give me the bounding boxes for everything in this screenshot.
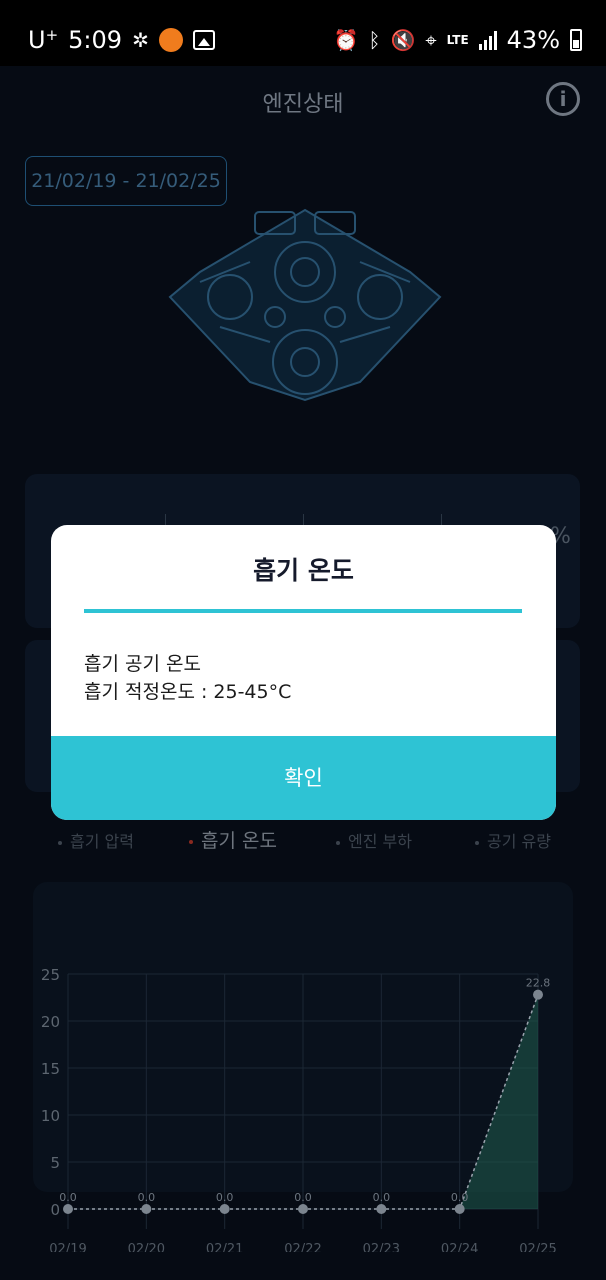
- gallery-icon: [192, 30, 215, 50]
- info-dialog: 흡기 온도 흡기 공기 온도 흡기 적정온도 : 25-45°C 확인: [51, 525, 556, 820]
- battery-percent: 43%: [506, 26, 560, 54]
- app-notification-icon: [158, 28, 183, 52]
- dialog-title: 흡기 온도: [253, 556, 354, 585]
- mute-icon: 🔇: [390, 28, 416, 52]
- signal-icon: [478, 30, 497, 50]
- carrier-label: U+: [28, 26, 59, 54]
- dialog-line-description: 흡기 공기 온도: [84, 653, 201, 675]
- bluetooth-icon: ᛒ: [368, 28, 381, 52]
- clock: 5:09: [68, 26, 123, 54]
- confirm-button[interactable]: 확인: [51, 736, 556, 820]
- dialog-line-range: 흡기 적정온도 : 25-45°C: [84, 681, 292, 703]
- alarm-icon: ⏰: [333, 28, 359, 52]
- dialog-divider: [84, 609, 522, 613]
- location-icon: ⌖: [425, 28, 437, 52]
- dialog-body: 흡기 공기 온도 흡기 적정온도 : 25-45°C: [84, 650, 291, 706]
- status-bar: U+ 5:09 ✲ ⏰ ᛒ 🔇 ⌖ LTE 43%: [0, 0, 606, 66]
- fan-icon: ✲: [132, 28, 149, 52]
- battery-icon: [570, 29, 582, 51]
- network-type: LTE: [446, 32, 469, 47]
